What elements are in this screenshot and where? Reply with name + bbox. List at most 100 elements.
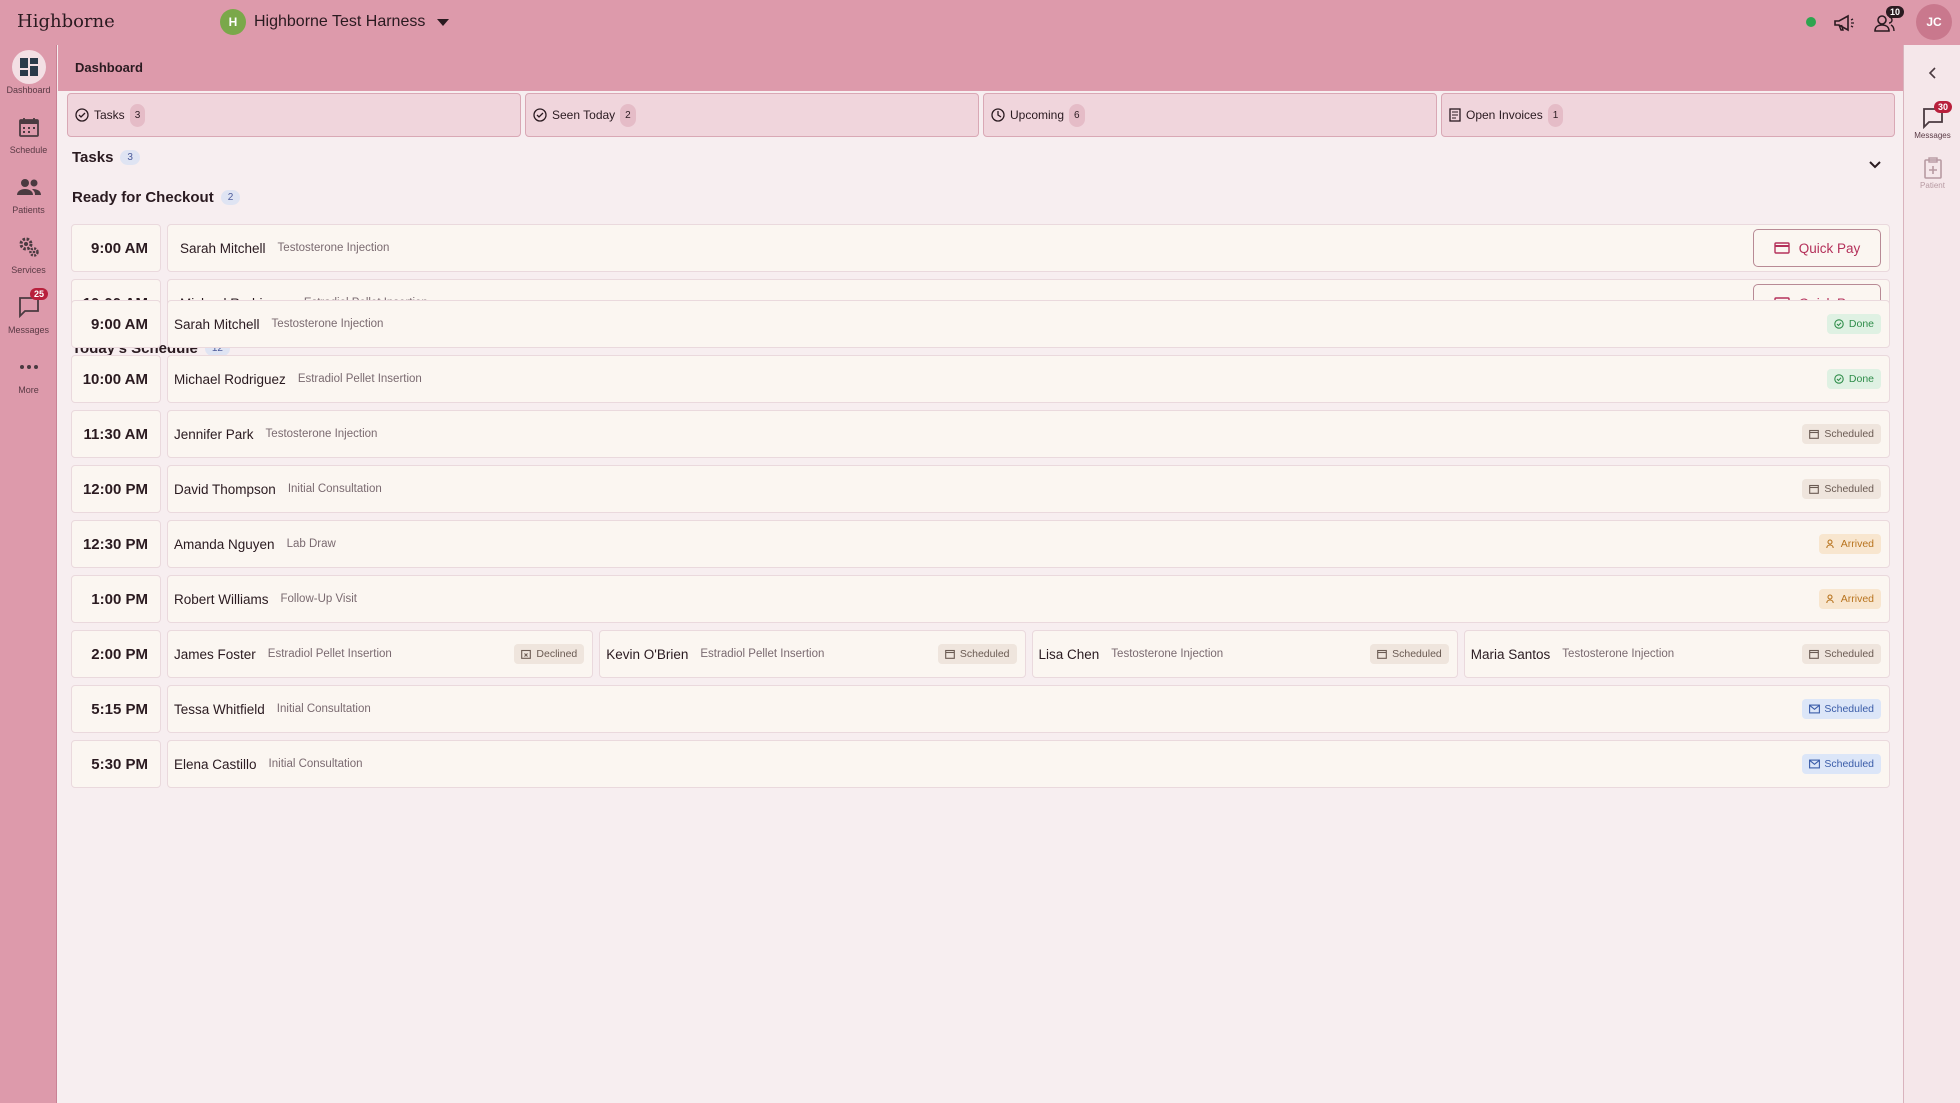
sidebar-item-patients[interactable]: Patients: [0, 170, 57, 226]
patient-name: Elena Castillo: [174, 756, 257, 772]
chevron-down-icon: [1869, 161, 1881, 169]
patient-name: Amanda Nguyen: [174, 536, 275, 552]
appointment-card[interactable]: David Thompson Initial Consultation Sche…: [167, 465, 1890, 513]
status-badge: Declined: [514, 644, 585, 664]
patient-name: Sarah Mitchell: [180, 240, 266, 256]
waiting-patients-button[interactable]: 10: [1872, 6, 1905, 35]
status-label: Arrived: [1840, 593, 1874, 605]
collapse-panel-button[interactable]: [1925, 65, 1941, 81]
stat-label: Open Invoices: [1466, 108, 1543, 122]
quick-pay-button[interactable]: Quick Pay: [1753, 229, 1881, 267]
tasks-section-header: Tasks 3: [72, 149, 140, 166]
appointment-card[interactable]: Robert Williams Follow-Up Visit Arrived: [167, 575, 1890, 623]
time-cell: 12:30 PM: [71, 520, 161, 568]
status-badge: Scheduled: [1370, 644, 1449, 664]
status-badge: Scheduled: [1802, 479, 1881, 499]
status-badge: Arrived: [1818, 534, 1881, 554]
right-panel: 30 Messages Patient: [1903, 45, 1960, 1103]
panel-patient-button[interactable]: Patient: [1904, 157, 1960, 190]
appointment-card[interactable]: Tessa Whitfield Initial Consultation Sch…: [167, 685, 1890, 733]
schedule-row: 12:30 PM Amanda Nguyen Lab Draw Arrived: [71, 520, 1890, 568]
calendar-icon: [1809, 649, 1820, 659]
sidebar-item-messages[interactable]: 25 Messages: [0, 288, 57, 346]
appointment-card[interactable]: James Foster Estradiol Pellet Insertion …: [167, 630, 594, 678]
org-avatar: H: [220, 9, 246, 35]
count-pill: 3: [120, 150, 140, 165]
messages-badge: 25: [30, 288, 49, 300]
status-badge: Scheduled: [1802, 699, 1881, 719]
page-title: Dashboard: [75, 60, 143, 75]
time-cell: 10:00 AM: [71, 355, 161, 403]
checkout-appointment[interactable]: Sarah Mitchell Testosterone Injection Qu…: [167, 224, 1890, 272]
sidebar-item-label: Dashboard: [6, 85, 51, 95]
stat-card-open-invoices[interactable]: Open Invoices 1: [1441, 93, 1895, 137]
schedule-row: 5:15 PM Tessa Whitfield Initial Consulta…: [71, 685, 1890, 733]
notifications-badge: 10: [1886, 6, 1905, 18]
service-name: Initial Consultation: [276, 703, 371, 715]
schedule-row: 10:00 AM Michael Rodriguez Estradiol Pel…: [71, 355, 1890, 403]
stat-card-upcoming[interactable]: Upcoming 6: [983, 93, 1437, 137]
stat-card-tasks[interactable]: Tasks 3: [67, 93, 521, 137]
medical-chart-icon: [1923, 157, 1942, 179]
service-name: Lab Draw: [286, 538, 336, 550]
credit-card-icon: [1774, 242, 1790, 254]
patient-name: James Foster: [174, 646, 256, 662]
sidebar-item-dashboard[interactable]: Dashboard: [0, 50, 57, 106]
time-cell: 11:30 AM: [71, 410, 161, 458]
panel-item-label: Patient: [1920, 181, 1945, 190]
collapse-tasks-button[interactable]: [1868, 157, 1882, 175]
appointment-card[interactable]: Amanda Nguyen Lab Draw Arrived: [167, 520, 1890, 568]
appointment-card[interactable]: Jennifer Park Testosterone Injection Sch…: [167, 410, 1890, 458]
service-name: Testosterone Injection: [1111, 648, 1224, 660]
patient-name: Jennifer Park: [174, 426, 254, 442]
calendar-icon: [1809, 429, 1820, 439]
panel-messages-badge: 30: [1934, 101, 1953, 113]
brand-logo[interactable]: Highborne: [17, 11, 115, 32]
checkout-row: 9:00 AM Sarah Mitchell Testosterone Inje…: [71, 224, 1890, 272]
section-title: Ready for Checkout: [72, 189, 214, 206]
time-cell: 5:30 PM: [71, 740, 161, 788]
quick-pay-label: Quick Pay: [1798, 240, 1861, 256]
appointment-card[interactable]: Michael Rodriguez Estradiol Pellet Inser…: [167, 355, 1890, 403]
sidebar-item-more[interactable]: More: [0, 350, 57, 406]
status-label: Scheduled: [1824, 648, 1874, 660]
appointment-card[interactable]: Lisa Chen Testosterone Injection Schedul…: [1031, 630, 1458, 678]
sidebar-item-services[interactable]: Services: [0, 230, 57, 286]
sidebar-item-schedule[interactable]: Schedule: [0, 110, 57, 166]
stat-label: Seen Today: [552, 108, 616, 122]
check-circle-icon: [1834, 374, 1844, 384]
panel-messages-button[interactable]: 30 Messages: [1904, 101, 1960, 140]
status-badge: Scheduled: [1802, 424, 1881, 444]
user-avatar[interactable]: JC: [1916, 4, 1952, 40]
announcements-button[interactable]: [1832, 11, 1856, 35]
patient-name: Sarah Mitchell: [174, 316, 260, 332]
sidebar-item-label: More: [18, 385, 39, 395]
appointment-card[interactable]: Maria Santos Testosterone Injection Sche…: [1463, 630, 1890, 678]
org-switcher[interactable]: H Highborne Test Harness: [220, 9, 450, 35]
status-label: Scheduled: [1824, 758, 1874, 770]
appointment-card[interactable]: Elena Castillo Initial Consultation Sche…: [167, 740, 1890, 788]
stat-cards: Tasks 3 Seen Today 2 Upcoming 6 Open Inv…: [67, 93, 1895, 137]
patient-name: Robert Williams: [174, 591, 269, 607]
online-status-indicator: [1806, 17, 1816, 27]
stat-card-seen-today[interactable]: Seen Today 2: [525, 93, 979, 137]
megaphone-icon: [1834, 14, 1854, 32]
appointment-card[interactable]: Sarah Mitchell Testosterone Injection Do…: [167, 300, 1890, 348]
check-circle-icon: [533, 108, 547, 122]
person-icon: [1825, 594, 1834, 604]
stat-label: Tasks: [94, 108, 125, 122]
calendar-icon: [12, 110, 46, 144]
sidebar-item-label: Patients: [12, 205, 45, 215]
appointment-card[interactable]: Kevin O'Brien Estradiol Pellet Insertion…: [599, 630, 1026, 678]
time-cell: 12:00 PM: [71, 465, 161, 513]
patient-name: Michael Rodriguez: [174, 371, 286, 387]
status-badge: Arrived: [1818, 589, 1881, 609]
service-name: Testosterone Injection: [277, 242, 390, 254]
stat-label: Upcoming: [1010, 108, 1065, 122]
service-name: Testosterone Injection: [271, 318, 384, 330]
sidebar-item-label: Messages: [7, 325, 50, 335]
patient-name: Tessa Whitfield: [174, 701, 265, 717]
time-cell: 1:00 PM: [71, 575, 161, 623]
schedule-row: 12:00 PM David Thompson Initial Consulta…: [71, 465, 1890, 513]
main-content: Dashboard Tasks 3 Seen Today 2 Upcoming …: [58, 45, 1903, 1103]
